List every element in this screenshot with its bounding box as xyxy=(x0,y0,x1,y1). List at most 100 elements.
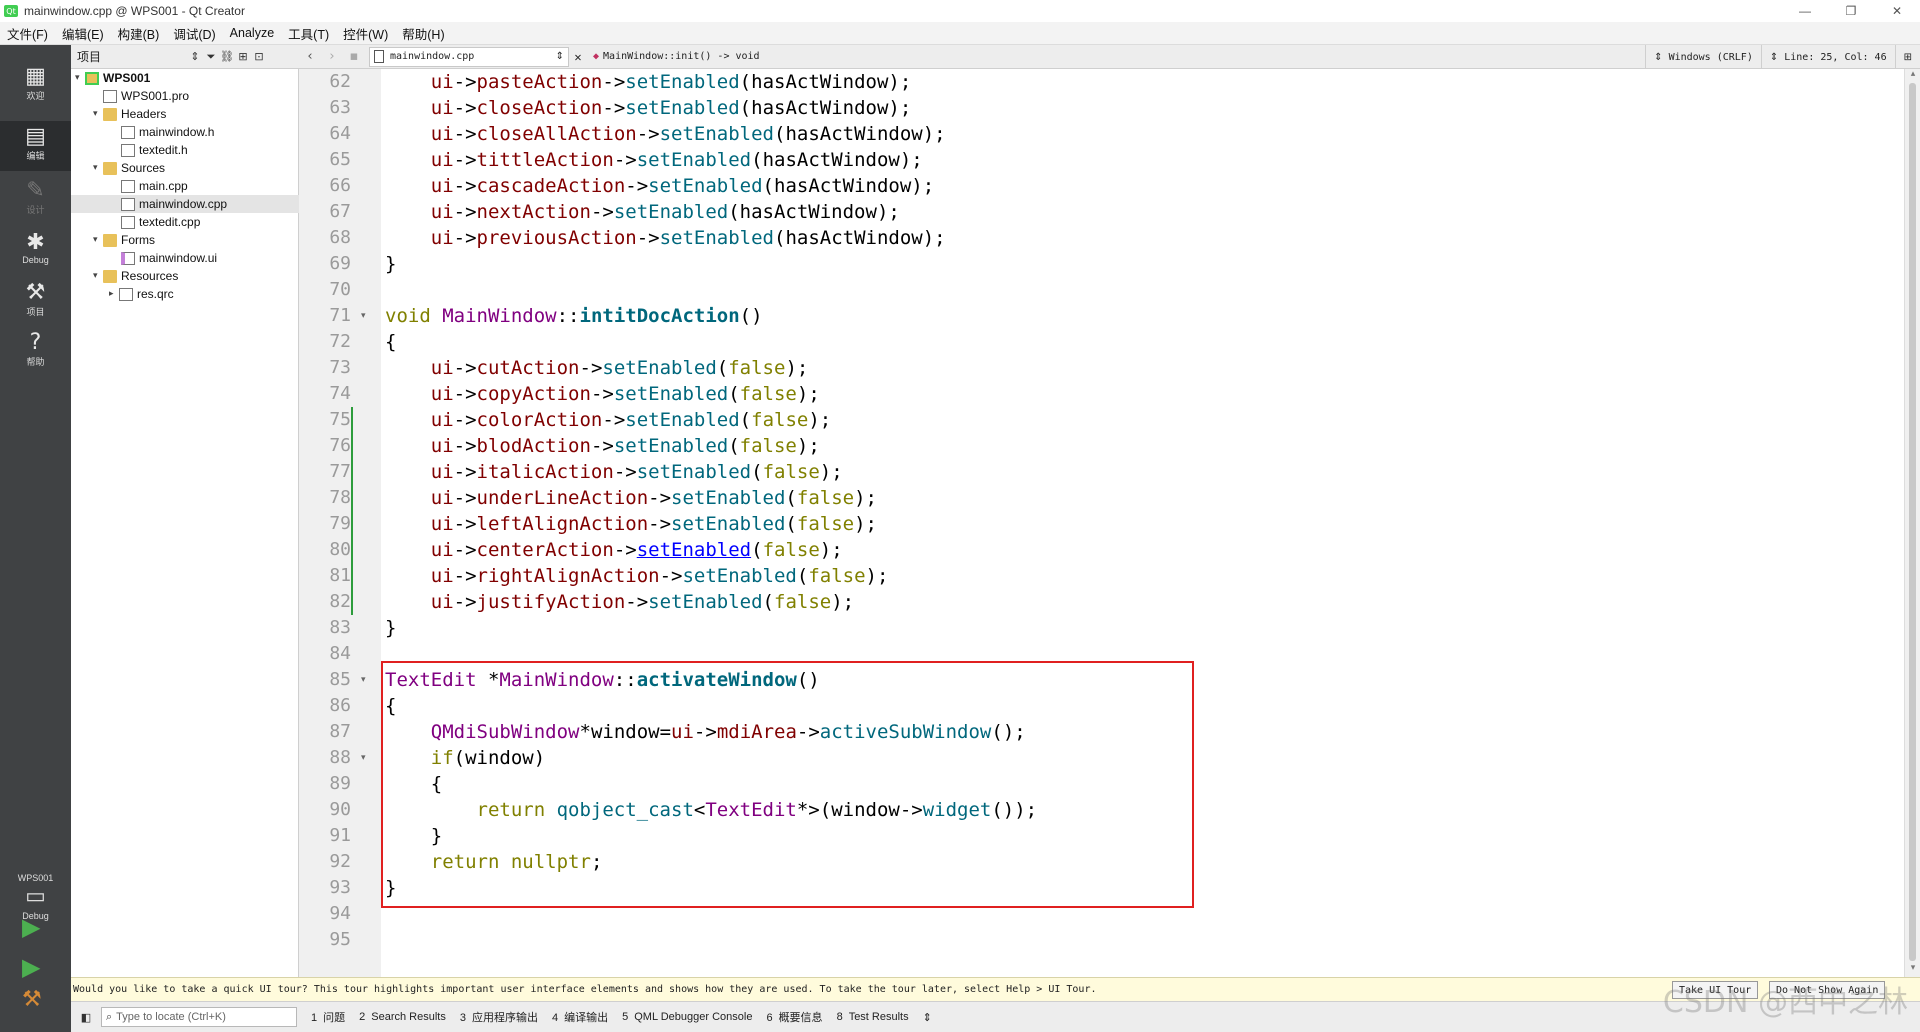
close-window-button[interactable]: ✕ xyxy=(1874,0,1920,22)
fold-marker-icon[interactable]: ▾ xyxy=(361,303,366,329)
code-line: void MainWindow::intitDocAction() xyxy=(385,305,763,327)
tree-file-main-cpp[interactable]: main.cpp xyxy=(121,177,188,195)
menu-file[interactable]: 文件(F) xyxy=(0,24,55,43)
tab-number: 8 xyxy=(836,1011,843,1023)
tree-file-res-qrc[interactable]: ▸ res.qrc xyxy=(109,285,174,303)
split-editor-button[interactable]: ⊞ xyxy=(1894,45,1920,69)
output-tab-application-output[interactable]: 3 应用程序输出 xyxy=(460,1009,538,1025)
code-line: return nullptr; xyxy=(430,851,603,873)
open-documents-combo[interactable]: mainwindow.cpp ⇕ xyxy=(369,46,569,67)
output-tab-compile-output[interactable]: 4 编译输出 xyxy=(552,1009,608,1025)
collapse-arrow-icon[interactable]: ▾ xyxy=(93,109,103,119)
do-not-show-again-button[interactable]: Do Not Show Again xyxy=(1769,981,1886,999)
lock-icon[interactable]: ▪ xyxy=(343,49,365,64)
toggle-sidebar-icon[interactable]: ◧ xyxy=(75,1009,97,1025)
tree-file-mainwindow-h[interactable]: mainwindow.h xyxy=(121,123,214,141)
play-icon: ▶ xyxy=(22,913,41,941)
tree-forms-folder[interactable]: ▾ Forms xyxy=(93,231,155,249)
collapse-arrow-icon[interactable]: ▾ xyxy=(93,163,103,173)
menu-tools[interactable]: 工具(T) xyxy=(281,24,336,43)
split-icon: ⊞ xyxy=(1903,51,1912,63)
mode-selector-bar: ▦ 欢迎 ▤ 编辑 ✎ 设计 ✱ Debug ⚒ 项目 ? 帮助 WPS001 … xyxy=(0,45,71,1032)
scroll-up-icon[interactable]: ▴ xyxy=(1905,69,1920,79)
mode-welcome[interactable]: ▦ 欢迎 xyxy=(0,65,71,115)
menu-edit[interactable]: 编辑(E) xyxy=(55,24,111,43)
take-ui-tour-button[interactable]: Take UI Tour xyxy=(1672,981,1759,999)
link-icon[interactable]: ⛓ xyxy=(219,50,235,63)
mode-debug[interactable]: ✱ Debug xyxy=(0,227,71,277)
filter-icon[interactable]: ⏷ xyxy=(203,50,219,64)
fold-marker-icon[interactable]: ▾ xyxy=(361,745,366,771)
project-tree: ▾ WPS001 WPS001.pro ▾ Headers mainwindow… xyxy=(71,69,299,1012)
run-button[interactable]: ▶ xyxy=(22,913,40,941)
debug-run-button[interactable]: ▶ xyxy=(22,953,40,981)
updown-icon[interactable]: ⇕ xyxy=(187,50,203,63)
monitor-icon: ▭ xyxy=(25,884,46,909)
cursor-position[interactable]: ⇕ Line: 25, Col: 46 xyxy=(1760,45,1895,69)
wrench-icon: ⚒ xyxy=(25,280,46,305)
line-ending-combo[interactable]: ⇕ Windows (CRLF) xyxy=(1645,45,1761,69)
line-ending-value: Windows (CRLF) xyxy=(1668,51,1753,63)
nav-forward-icon[interactable]: › xyxy=(321,49,343,64)
mode-help[interactable]: ? 帮助 xyxy=(0,327,71,377)
symbol-combo[interactable]: ◆ MainWindow::init() -> void xyxy=(593,51,760,62)
tree-file-textedit-cpp[interactable]: textedit.cpp xyxy=(121,213,200,231)
nav-back-icon[interactable]: ‹ xyxy=(299,49,321,64)
tree-project-node[interactable]: ▾ WPS001 xyxy=(75,69,150,87)
resource-file-icon xyxy=(119,287,133,301)
tree-headers-folder[interactable]: ▾ Headers xyxy=(93,105,166,123)
tree-resources-folder[interactable]: ▾ Resources xyxy=(93,267,178,285)
mode-design[interactable]: ✎ 设计 xyxy=(0,175,71,225)
output-tab-general-messages[interactable]: 6 概要信息 xyxy=(766,1009,822,1025)
collapse-arrow-icon[interactable]: ▾ xyxy=(93,235,103,245)
code-line: ui->justifyAction->setEnabled(false); xyxy=(430,591,855,613)
tree-pro-file[interactable]: WPS001.pro xyxy=(103,87,189,105)
output-tab-test-results[interactable]: 8 Test Results xyxy=(837,1011,909,1023)
output-tab-qml-debugger-console[interactable]: 5 QML Debugger Console xyxy=(622,1011,752,1023)
tree-sources-folder[interactable]: ▾ Sources xyxy=(93,159,165,177)
tree-file-mainwindow-cpp[interactable]: mainwindow.cpp xyxy=(71,195,299,213)
infobar-message: Would you like to take a quick UI tour? … xyxy=(73,984,1097,995)
build-button[interactable]: ⚒ xyxy=(22,987,42,1012)
code-line: ui->colorAction->setEnabled(false); xyxy=(430,409,832,431)
close-panel-icon[interactable]: ⊡ xyxy=(251,50,267,63)
collapse-arrow-icon[interactable]: ▾ xyxy=(93,271,103,281)
line-number: 79 xyxy=(329,513,351,534)
split-icon[interactable]: ⊞ xyxy=(235,50,251,63)
editor-gutter[interactable]: 62 63 64 65 66 67 68 69 70 71 72 73 74 7… xyxy=(299,69,381,977)
mode-help-label: 帮助 xyxy=(26,357,45,367)
fold-marker-icon[interactable]: ▾ xyxy=(361,667,366,693)
scrollbar-thumb[interactable] xyxy=(1909,83,1916,961)
header-file-icon xyxy=(121,125,135,139)
tree-file-textedit-h[interactable]: textedit.h xyxy=(121,141,188,159)
menu-build[interactable]: 构建(B) xyxy=(111,24,167,43)
editor-vertical-scrollbar[interactable]: ▴ ▾ xyxy=(1904,69,1920,977)
scroll-down-icon[interactable]: ▾ xyxy=(1905,963,1920,973)
updown-icon[interactable]: ⇕ xyxy=(923,1011,932,1024)
menu-debug[interactable]: 调试(D) xyxy=(166,24,222,43)
mode-edit[interactable]: ▤ 编辑 xyxy=(0,121,71,171)
project-panel-title[interactable]: 项目 xyxy=(77,48,187,65)
tree-file-mainwindow-ui[interactable]: mainwindow.ui xyxy=(121,249,217,267)
mode-projects[interactable]: ⚒ 项目 xyxy=(0,277,71,327)
close-document-icon[interactable]: ✕ xyxy=(569,50,587,64)
code-editor[interactable]: ui->pasteAction->setEnabled(hasActWindow… xyxy=(381,69,1904,977)
search-icon: ⌕ xyxy=(106,1010,113,1023)
maximize-button[interactable]: ❐ xyxy=(1828,0,1874,22)
expand-arrow-icon[interactable]: ▸ xyxy=(109,289,119,299)
menu-help[interactable]: 帮助(H) xyxy=(395,24,451,43)
project-panel-toolbar: 项目 ⇕ ⏷ ⛓ ⊞ ⊡ xyxy=(71,45,299,69)
output-tab-issues[interactable]: 1 问题 xyxy=(311,1009,345,1025)
tab-label: QML Debugger Console xyxy=(634,1011,753,1023)
code-line: ui->copyAction->setEnabled(false); xyxy=(430,383,820,405)
menu-analyze[interactable]: Analyze xyxy=(223,26,281,40)
menu-controls[interactable]: 控件(W) xyxy=(336,24,395,43)
minimize-button[interactable]: — xyxy=(1782,0,1828,22)
current-symbol: MainWindow::init() -> void xyxy=(603,51,760,62)
code-line: if(window) xyxy=(430,747,546,769)
code-line: ui->centerAction->setEnabled(false); xyxy=(430,539,843,561)
grid-icon: ▦ xyxy=(25,64,46,89)
collapse-arrow-icon[interactable]: ▾ xyxy=(75,73,85,83)
locator-input[interactable]: ⌕ Type to locate (Ctrl+K) xyxy=(101,1007,297,1027)
output-tab-search-results[interactable]: 2 Search Results xyxy=(359,1011,446,1023)
